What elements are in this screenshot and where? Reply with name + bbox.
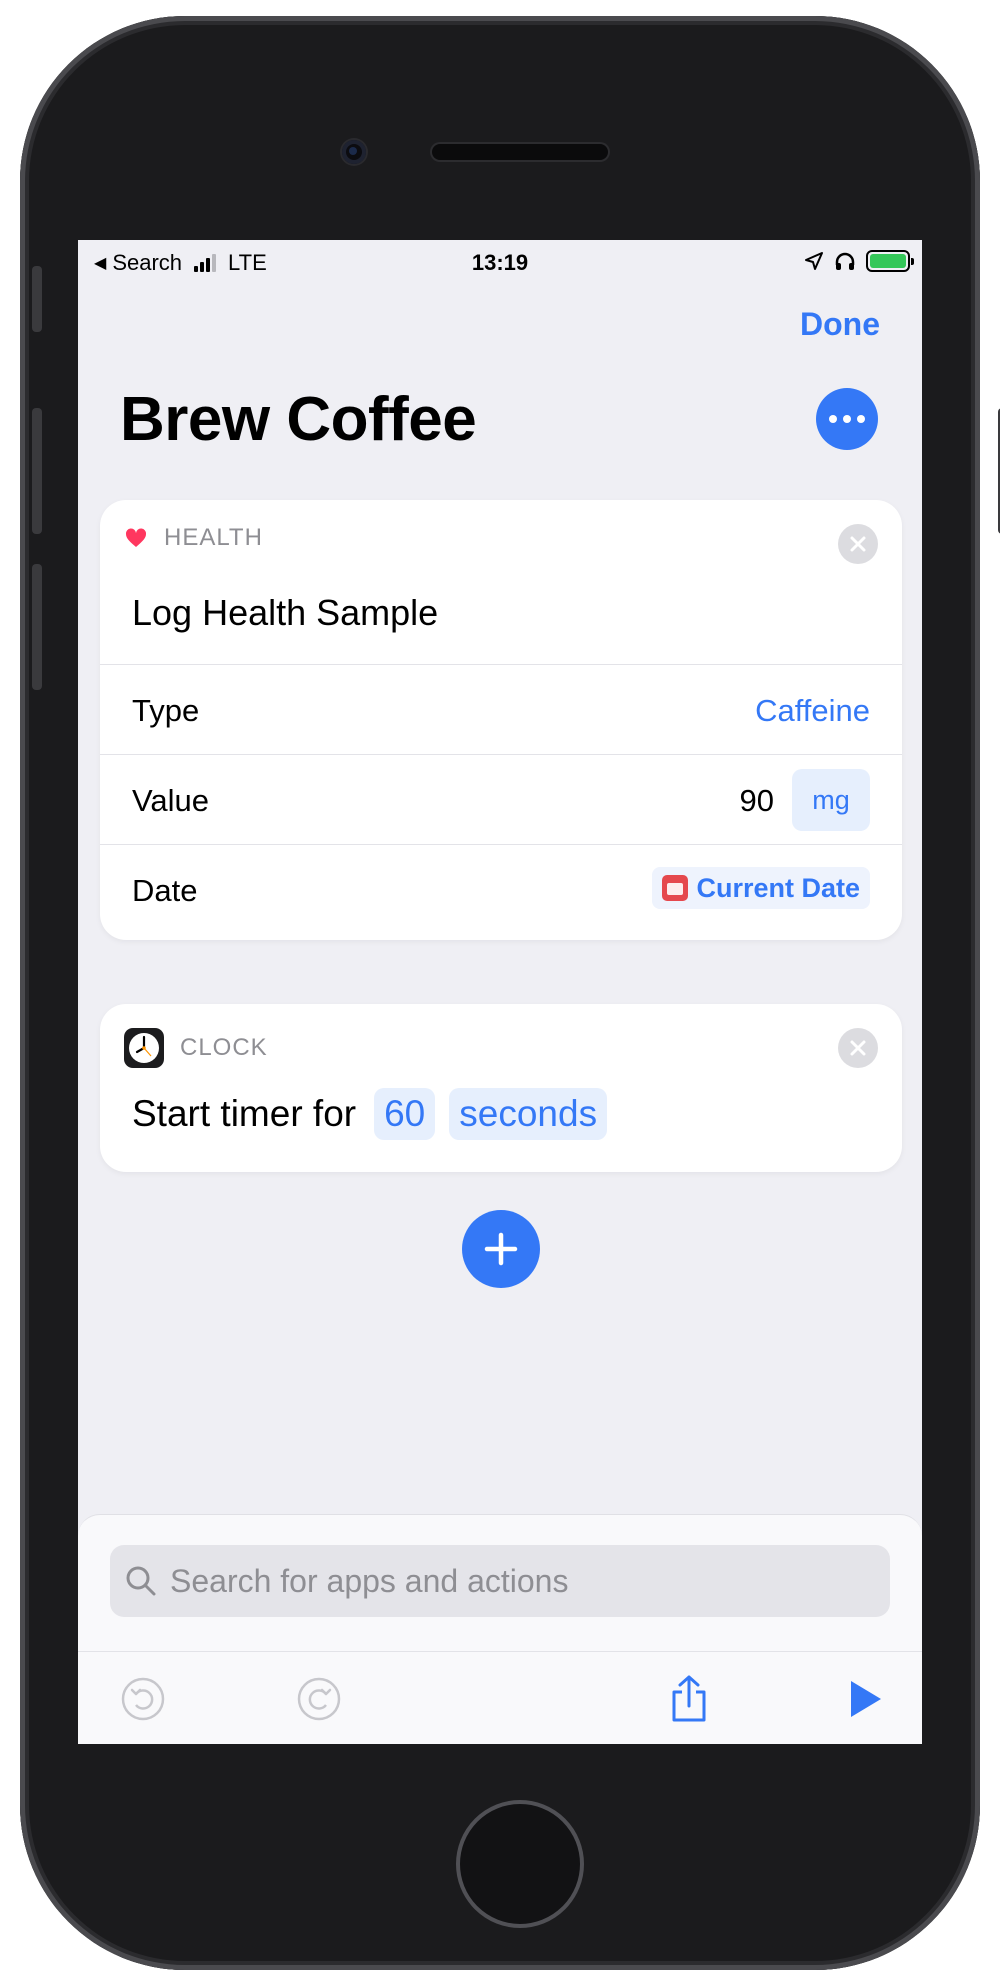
action-card-clock[interactable]: CLOCK Start timer for 60 seconds	[100, 1004, 902, 1172]
more-options-button[interactable]	[816, 388, 878, 450]
search-input[interactable]	[170, 1562, 870, 1600]
current-date-variable[interactable]: Current Date	[652, 867, 870, 909]
param-unit-token[interactable]: mg	[792, 769, 870, 831]
timer-sentence: Start timer for 60 seconds	[132, 1088, 608, 1140]
timer-unit-token[interactable]: seconds	[449, 1088, 608, 1140]
action-title: Log Health Sample	[132, 592, 439, 633]
location-arrow-icon	[805, 252, 823, 270]
action-app-name: CLOCK	[180, 1034, 268, 1061]
date-variable-label: Current Date	[696, 872, 860, 903]
add-action-button[interactable]	[462, 1210, 540, 1288]
front-camera	[342, 140, 366, 164]
undo-button[interactable]	[118, 1674, 168, 1724]
undo-icon	[121, 1677, 165, 1721]
status-bar: ◀ Search LTE 13:19	[78, 240, 922, 284]
battery-charging-icon	[866, 250, 914, 272]
param-row-type[interactable]: Type Caffeine	[100, 664, 902, 754]
param-label: Value	[132, 783, 209, 818]
redo-button[interactable]	[294, 1674, 344, 1724]
done-button[interactable]: Done	[800, 306, 880, 343]
headphones-icon	[835, 252, 855, 270]
param-label: Type	[132, 693, 200, 728]
close-icon	[850, 536, 866, 552]
action-search-panel	[78, 1514, 922, 1744]
plus-icon	[484, 1232, 518, 1266]
editor-toolbar	[78, 1651, 922, 1744]
heart-icon	[125, 528, 147, 547]
home-button[interactable]	[456, 1800, 584, 1928]
share-icon	[672, 1675, 706, 1722]
action-app-name: HEALTH	[164, 524, 263, 551]
calendar-icon	[662, 875, 689, 901]
earpiece-speaker	[432, 144, 608, 160]
timer-sentence-text: Start timer for	[132, 1093, 357, 1134]
redo-icon	[297, 1677, 341, 1721]
ellipsis-icon	[829, 415, 837, 423]
clock-icon	[124, 1028, 164, 1068]
action-card-health[interactable]: HEALTH Log Health Sample Type Caffeine V…	[100, 500, 902, 940]
param-label: Date	[132, 873, 198, 908]
screen: ◀ Search LTE 13:19 Done Brew Coffee HEAL…	[78, 240, 922, 1744]
clock-time: 13:19	[471, 250, 529, 275]
timer-duration-token[interactable]: 60	[374, 1088, 436, 1140]
volume-up-button	[32, 408, 42, 534]
param-row-value[interactable]: Value 90 mg	[100, 754, 902, 844]
mute-switch	[32, 266, 42, 332]
run-shortcut-button[interactable]	[840, 1674, 890, 1724]
shortcut-title[interactable]: Brew Coffee	[120, 384, 477, 455]
search-field[interactable]	[110, 1545, 890, 1617]
remove-action-button[interactable]	[838, 524, 878, 564]
param-value-number[interactable]: 90	[740, 783, 774, 819]
share-button[interactable]	[664, 1674, 714, 1724]
remove-action-button[interactable]	[838, 1028, 878, 1068]
param-value-type[interactable]: Caffeine	[755, 693, 870, 729]
volume-down-button	[32, 564, 42, 690]
search-icon	[126, 1566, 156, 1596]
param-row-date[interactable]: Date Current Date	[100, 844, 902, 934]
close-icon	[850, 1040, 866, 1056]
play-icon	[851, 1681, 881, 1717]
